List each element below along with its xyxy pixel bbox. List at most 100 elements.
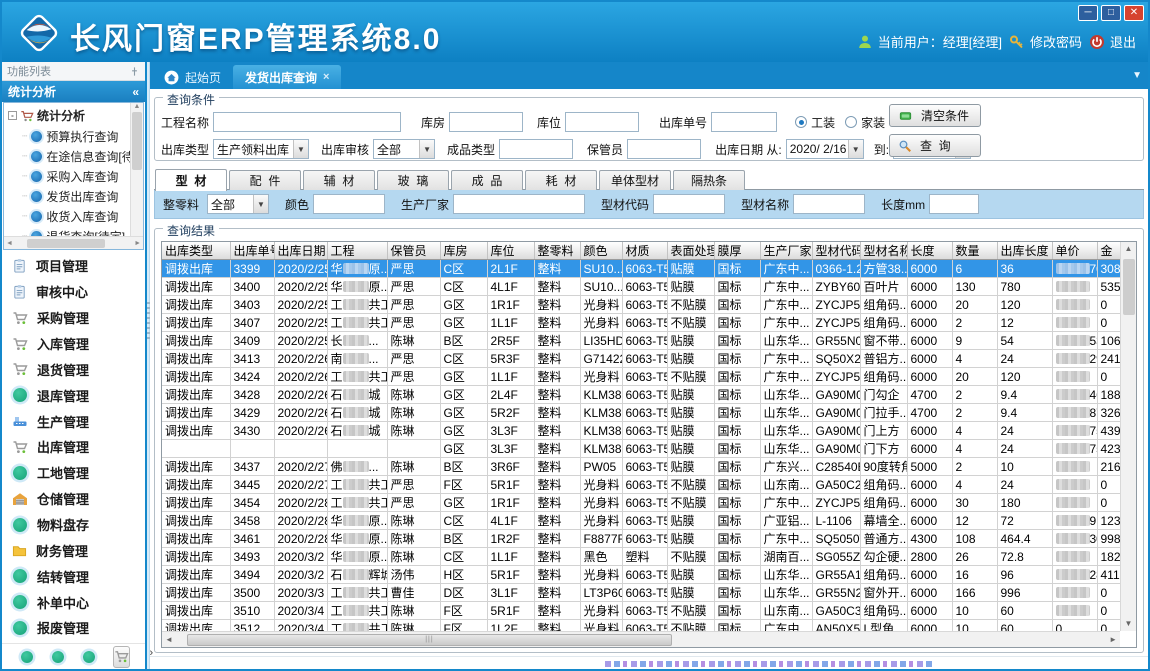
table-row[interactable]: 调拨出库35122020/3/4工共工程陈琳F区1L2F整料光身料6063-T5… xyxy=(162,620,1120,632)
sidebar-item-工地管理[interactable]: 工地管理 xyxy=(12,463,145,482)
color-input[interactable] xyxy=(313,194,385,214)
out-type-combo[interactable]: 生产领料出库▼ xyxy=(213,139,309,159)
sidebar-section-header[interactable]: 统计分析 « xyxy=(2,81,145,102)
order-no-input[interactable] xyxy=(711,112,777,132)
column-header-生产厂家[interactable]: 生产厂家 xyxy=(760,242,812,260)
column-header-出库类型[interactable]: 出库类型 xyxy=(162,242,230,260)
column-header-材质[interactable]: 材质 xyxy=(622,242,667,260)
grid-vertical-scrollbar[interactable]: ▲▼ xyxy=(1120,242,1136,631)
close-button[interactable]: ✕ xyxy=(1124,5,1144,21)
table-row[interactable]: 调拨出库34132020/2/26南...严思C区5R3F整料G71422606… xyxy=(162,350,1120,368)
product-type-input[interactable] xyxy=(499,139,573,159)
column-header-型材名称[interactable]: 型材名称 xyxy=(860,242,907,260)
keeper-input[interactable] xyxy=(627,139,701,159)
table-row[interactable]: 调拨出库34612020/2/28华原...陈琳B区1R2F整料F8877FT6… xyxy=(162,530,1120,548)
clear-conditions-button[interactable]: 清空条件 xyxy=(889,104,981,127)
column-header-长度[interactable]: 长度 xyxy=(907,242,952,260)
location-input[interactable] xyxy=(565,112,639,132)
table-row[interactable]: 调拨出库34072020/2/25工共工程严思G区1L1F整料光身料6063-T… xyxy=(162,314,1120,332)
table-row[interactable]: G区3L3F整料KLM38176063-T5贴膜国标山东华...GA90M09.… xyxy=(162,440,1120,458)
table-row[interactable]: 调拨出库34372020/2/27佛...陈琳B区3R6F整料PW056063-… xyxy=(162,458,1120,476)
tree-root-statistics[interactable]: - 统计分析 xyxy=(4,105,143,126)
pin-icon[interactable] xyxy=(129,66,140,77)
material-tab-辅材[interactable]: 辅 材 xyxy=(303,170,375,190)
room-input[interactable] xyxy=(449,112,523,132)
table-row[interactable]: 调拨出库34452020/2/27工共工程严思F区5R1F整料光身料6063-T… xyxy=(162,476,1120,494)
sidebar-item-生产管理[interactable]: 生产管理 xyxy=(12,412,145,431)
minimize-button[interactable]: ─ xyxy=(1078,5,1098,21)
sidebar-item-入库管理[interactable]: 入库管理 xyxy=(12,334,145,353)
table-row[interactable]: 调拨出库34092020/2/25长...陈琳B区2R5F整料LI35HD606… xyxy=(162,332,1120,350)
column-header-出库日期[interactable]: 出库日期 xyxy=(274,242,327,260)
project-name-input[interactable] xyxy=(213,112,401,132)
quick-icon-2[interactable] xyxy=(52,651,64,663)
sidebar-item-补单中心[interactable]: 补单中心 xyxy=(12,593,145,612)
table-row[interactable]: 调拨出库34942020/3/2石辉城汤伟H区5R1F整料光身料6063-T5贴… xyxy=(162,566,1120,584)
sidebar-item-物料盘存[interactable]: 物料盘存 xyxy=(12,515,145,534)
factory-input[interactable] xyxy=(453,194,585,214)
sidebar-item-项目管理[interactable]: 项目管理 xyxy=(12,256,145,275)
sidebar-item-出库管理[interactable]: 出库管理 xyxy=(12,437,145,456)
table-row[interactable]: 调拨出库34242020/2/26工共工程严思G区1L1F整料光身料6063-T… xyxy=(162,368,1120,386)
table-row[interactable]: 调拨出库34542020/2/28工共工程严思G区1R1F整料光身料6063-T… xyxy=(162,494,1120,512)
material-tab-配件[interactable]: 配 件 xyxy=(229,170,301,190)
tab-home[interactable]: 起始页 xyxy=(152,65,233,89)
tree-item[interactable]: ┄发货出库查询 xyxy=(4,186,143,206)
sidebar-item-审核中心[interactable]: 审核中心 xyxy=(12,282,145,301)
sidebar-item-仓储管理[interactable]: 仓储管理 xyxy=(12,489,145,508)
maximize-button[interactable]: □ xyxy=(1101,5,1121,21)
material-tab-型材[interactable]: 型 材 xyxy=(155,169,227,191)
column-header-整零料[interactable]: 整零料 xyxy=(534,242,580,260)
table-row[interactable]: 调拨出库34932020/3/2华原...陈琳C区1L1F整料黑色塑料不贴膜国标… xyxy=(162,548,1120,566)
tree-expander-icon[interactable]: - xyxy=(8,111,17,120)
tree-horizontal-scrollbar[interactable]: ◄► xyxy=(4,236,143,249)
material-tab-玻璃[interactable]: 玻 璃 xyxy=(377,170,449,190)
sidebar-item-采购管理[interactable]: 采购管理 xyxy=(12,308,145,327)
whole-piece-combo[interactable]: 全部▼ xyxy=(207,194,269,214)
tab-shipping-outbound-query[interactable]: 发货出库查询 × xyxy=(233,65,341,89)
table-row[interactable]: 调拨出库34302020/2/26石城陈琳G区3L3F整料KLM38176063… xyxy=(162,422,1120,440)
table-row[interactable]: 调拨出库34282020/2/26石城陈琳G区2L4F整料KLM38176063… xyxy=(162,386,1120,404)
tree-item[interactable]: ┄采购入库查询 xyxy=(4,166,143,186)
collapse-icon[interactable]: « xyxy=(132,85,139,99)
length-input[interactable] xyxy=(929,194,979,214)
column-header-数量[interactable]: 数量 xyxy=(952,242,997,260)
sidebar-item-财务管理[interactable]: 财务管理 xyxy=(12,541,145,560)
audit-combo[interactable]: 全部▼ xyxy=(373,139,435,159)
column-header-出库单号[interactable]: 出库单号 xyxy=(230,242,274,260)
column-header-金[interactable]: 金 xyxy=(1097,242,1120,260)
column-header-工程[interactable]: 工程 xyxy=(327,242,387,260)
quick-icon-1[interactable] xyxy=(21,651,33,663)
column-header-库位[interactable]: 库位 xyxy=(487,242,534,260)
quick-icon-3[interactable] xyxy=(83,651,95,663)
column-header-出库长度[interactable]: 出库长度 xyxy=(997,242,1052,260)
column-header-膜厚[interactable]: 膜厚 xyxy=(714,242,760,260)
sidebar-item-结转管理[interactable]: 结转管理 xyxy=(12,567,145,586)
logout-button[interactable]: 退出 xyxy=(1089,32,1136,51)
column-header-颜色[interactable]: 颜色 xyxy=(580,242,622,260)
table-row[interactable]: 调拨出库34002020/2/25华原...严思C区4L1F整料SU10...6… xyxy=(162,278,1120,296)
tree-item[interactable]: ┄在途信息查询[待 xyxy=(4,146,143,166)
column-header-库房[interactable]: 库房 xyxy=(440,242,487,260)
material-tab-隔热条[interactable]: 隔热条 xyxy=(673,170,745,190)
table-row[interactable]: 调拨出库34032020/2/25工共工程严思G区1R1F整料光身料6063-T… xyxy=(162,296,1120,314)
tab-close-icon[interactable]: × xyxy=(323,71,329,83)
tree-item[interactable]: ┄收货入库查询 xyxy=(4,206,143,226)
sidebar-item-退库管理[interactable]: 退库管理 xyxy=(12,386,145,405)
tab-list-caret-icon[interactable]: ▼ xyxy=(1132,70,1142,81)
table-row[interactable]: 调拨出库35002020/3/3工共工程曹佳D区3L1F整料LT3P606063… xyxy=(162,584,1120,602)
tree-vertical-scrollbar[interactable]: ▲ xyxy=(130,103,143,237)
table-row[interactable]: 调拨出库34582020/2/28华原...陈琳C区4L1F整料光身料6063-… xyxy=(162,512,1120,530)
radio-gongzhuang[interactable]: 工装 xyxy=(795,114,835,131)
date-from-picker[interactable]: 2020/ 2/16▼ xyxy=(786,139,864,159)
table-row[interactable]: 调拨出库34292020/2/26石城陈琳G区5R2F整料KLM38176063… xyxy=(162,404,1120,422)
quick-cart-button[interactable] xyxy=(113,646,130,668)
sidebar-item-报废管理[interactable]: 报废管理 xyxy=(12,618,145,637)
column-header-保管员[interactable]: 保管员 xyxy=(387,242,440,260)
column-header-单价[interactable]: 单价 xyxy=(1052,242,1097,260)
column-header-表面处理[interactable]: 表面处理 xyxy=(667,242,714,260)
profile-code-input[interactable] xyxy=(653,194,725,214)
profile-name-input[interactable] xyxy=(793,194,865,214)
search-button[interactable]: 查 询 xyxy=(889,134,981,157)
material-tab-耗材[interactable]: 耗 材 xyxy=(525,170,597,190)
